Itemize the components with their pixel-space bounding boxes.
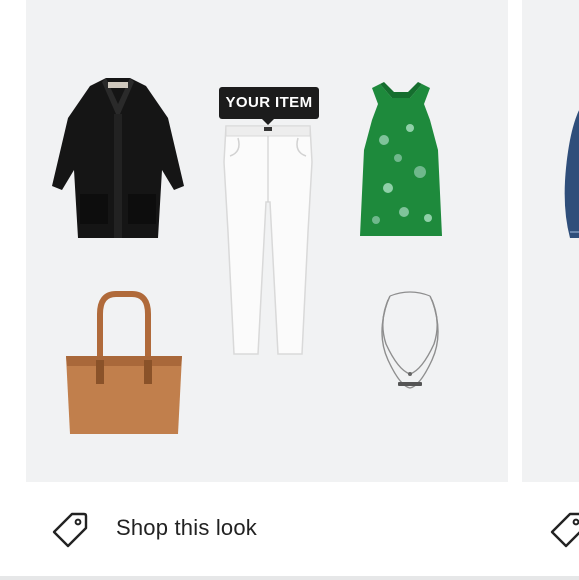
shop-this-look-label: Shop this look	[116, 515, 257, 540]
tote-bag-image	[66, 291, 182, 434]
denim-jacket-image	[564, 110, 579, 238]
shop-this-look-button[interactable]: Shop this look	[26, 482, 508, 580]
green-top-image	[360, 82, 442, 236]
black-cardigan-image	[52, 78, 184, 238]
white-jeans-image	[223, 125, 313, 355]
look-card[interactable]: YOUR ITEM Shop this look	[26, 0, 508, 580]
look-image-panel[interactable]: YOUR ITEM	[26, 0, 508, 482]
next-look-image-panel[interactable]	[522, 0, 579, 482]
your-item-badge: YOUR ITEM	[219, 87, 319, 125]
price-tag-icon-next[interactable]	[548, 510, 579, 550]
bottom-divider	[0, 576, 579, 580]
next-look-card[interactable]	[522, 0, 579, 580]
necklace-image	[381, 291, 439, 389]
price-tag-icon	[52, 512, 88, 548]
